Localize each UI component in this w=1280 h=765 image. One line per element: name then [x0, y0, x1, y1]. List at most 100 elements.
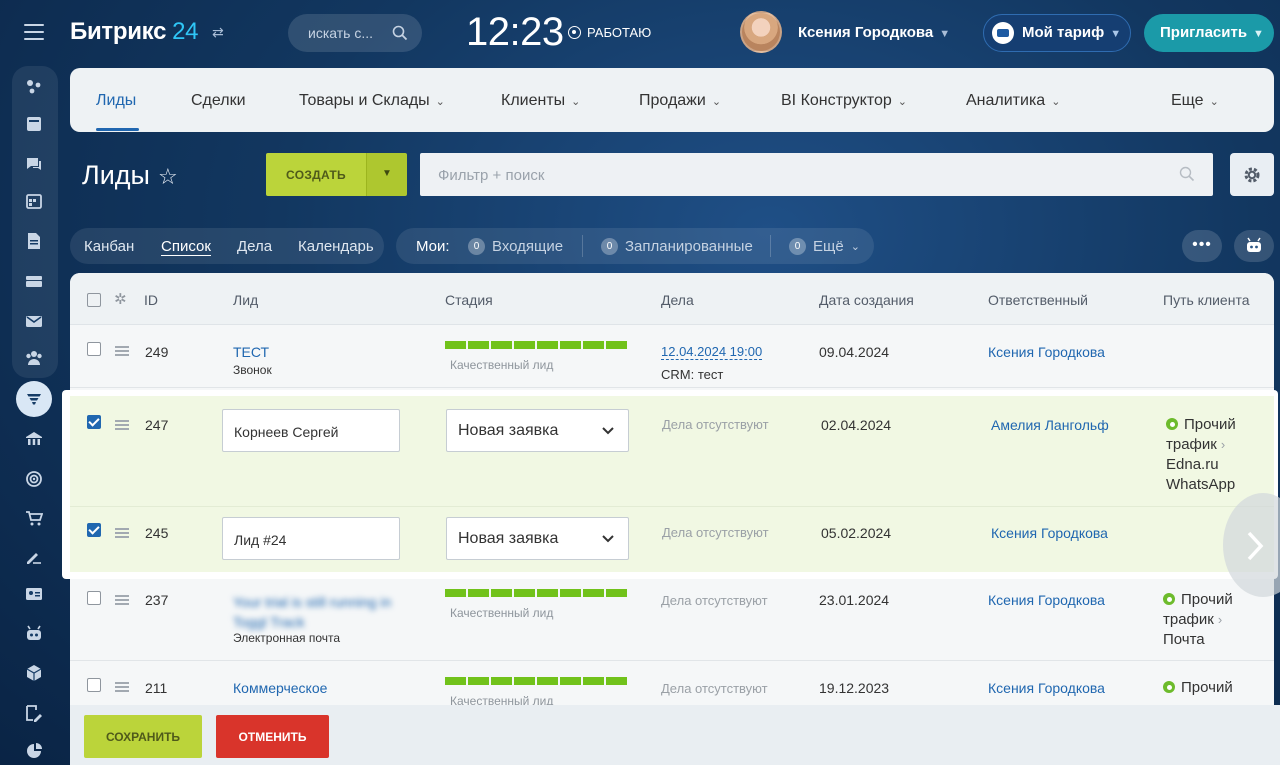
feed-icon[interactable] — [25, 115, 43, 133]
tariff-button[interactable]: Мой тариф ▼ — [983, 14, 1131, 52]
gear-icon[interactable]: ✲ — [114, 290, 127, 308]
lead-name-link[interactable]: Your trial is still running in Toggl Tra… — [233, 592, 408, 632]
nav-item-analytics[interactable]: Аналитика ⌄ — [966, 92, 1060, 110]
stage-label: Качественный лид — [450, 606, 554, 620]
contact-card-icon[interactable] — [25, 585, 43, 603]
analytics-icon[interactable] — [25, 742, 43, 760]
column-header-activities[interactable]: Дела — [661, 292, 694, 308]
cart-icon[interactable] — [25, 509, 43, 527]
column-header-stage[interactable]: Стадия — [445, 292, 493, 308]
row-checkbox[interactable] — [87, 678, 101, 692]
responsible-link[interactable]: Амелия Лангольф — [991, 417, 1109, 433]
lead-name-link[interactable]: ТЕСТ — [233, 344, 269, 360]
responsible-link[interactable]: Ксения Городкова — [991, 525, 1108, 541]
star-icon[interactable]: ☆ — [158, 164, 178, 190]
table-row-editing[interactable]: 245 Лид #24 Новая заявка Дела отсутствую… — [70, 507, 1274, 572]
column-header-id[interactable]: ID — [144, 292, 158, 308]
stage-select[interactable]: Новая заявка — [446, 517, 629, 560]
row-checkbox-checked[interactable] — [87, 415, 101, 429]
document-icon[interactable] — [25, 232, 43, 250]
create-button[interactable]: СОЗДАТЬ — [266, 153, 366, 196]
robot-icon[interactable] — [25, 624, 43, 642]
mail-icon[interactable] — [25, 312, 43, 330]
cancel-button[interactable]: ОТМЕНИТЬ — [216, 715, 329, 758]
stage-progress-bar[interactable] — [445, 677, 627, 685]
work-status[interactable]: РАБОТАЮ — [568, 25, 651, 40]
drag-handle-icon[interactable] — [115, 346, 129, 356]
drag-handle-icon[interactable] — [115, 528, 129, 538]
lead-name-link[interactable]: Коммерческое — [233, 680, 327, 696]
customer-path[interactable]: Прочий трафик › Почта — [1163, 590, 1233, 650]
table-row[interactable]: 211 Коммерческое Качественный лид Дела о… — [70, 661, 1274, 705]
more-options-button[interactable]: ••• — [1182, 230, 1222, 262]
lead-name-input[interactable]: Лид #24 — [222, 517, 400, 560]
responsible-link[interactable]: Ксения Городкова — [988, 592, 1105, 608]
drag-handle-icon[interactable] — [115, 420, 129, 430]
sites-icon[interactable] — [25, 430, 43, 448]
menu-icon[interactable] — [24, 24, 44, 40]
chat-icon[interactable] — [25, 155, 43, 173]
row-checkbox-checked[interactable] — [87, 523, 101, 537]
calendar-icon[interactable] — [25, 192, 43, 210]
sign-icon[interactable] — [25, 547, 43, 565]
responsible-link[interactable]: Ксения Городкова — [988, 344, 1105, 360]
stage-progress-bar[interactable] — [445, 341, 627, 349]
table-row[interactable]: 237 Your trial is still running in Toggl… — [70, 576, 1274, 660]
column-header-customer-path[interactable]: Путь клиента — [1163, 292, 1250, 308]
counter-incoming[interactable]: 0 Входящие — [468, 238, 563, 255]
nav-item-more[interactable]: Еще ⌄ — [1171, 92, 1219, 110]
lead-name-input[interactable]: Корнеев Сергей — [222, 409, 400, 452]
column-header-lead[interactable]: Лид — [233, 292, 258, 308]
user-menu[interactable]: Ксения Городкова ▼ — [798, 24, 950, 41]
drive-icon[interactable] — [25, 272, 43, 290]
global-search-input[interactable]: искать с... — [288, 14, 422, 52]
target-icon[interactable] — [25, 470, 43, 488]
column-header-responsible[interactable]: Ответственный — [988, 292, 1088, 308]
filter-search-input[interactable]: Фильтр + поиск — [420, 153, 1213, 196]
nav-item-leads[interactable]: Лиды — [96, 92, 136, 110]
activity-icon[interactable] — [25, 78, 43, 96]
chevron-down-icon: ⌄ — [1051, 96, 1061, 108]
responsible-link[interactable]: Ксения Городкова — [988, 680, 1105, 696]
counter-planned[interactable]: 0 Запланированные — [601, 238, 753, 255]
stage-progress-bar[interactable] — [445, 589, 627, 597]
view-kanban[interactable]: Канбан — [84, 238, 134, 255]
drag-handle-icon[interactable] — [115, 682, 129, 692]
create-dropdown-button[interactable]: ▼ — [366, 153, 407, 196]
table-row[interactable]: 249 ТЕСТ Звонок Качественный лид 12.04.2… — [70, 325, 1274, 387]
select-all-checkbox[interactable] — [87, 293, 101, 307]
drag-handle-icon[interactable] — [115, 595, 129, 605]
automation-button[interactable] — [1234, 230, 1274, 262]
nav-item-clients[interactable]: Клиенты ⌄ — [501, 92, 580, 110]
counter-more[interactable]: 0 Ещё ⌄ — [789, 238, 860, 255]
save-button[interactable]: СОХРАНИТЬ — [84, 715, 202, 758]
avatar[interactable] — [740, 11, 782, 53]
view-activities[interactable]: Дела — [237, 238, 272, 255]
customer-path[interactable]: Прочий — [1163, 678, 1233, 698]
invite-button[interactable]: Пригласить ▼ — [1144, 14, 1274, 52]
nav-item-products[interactable]: Товары и Склады ⌄ — [299, 92, 445, 110]
brand-logo[interactable]: Битрикс 24 — [70, 18, 199, 46]
row-checkbox[interactable] — [87, 342, 101, 356]
activity-deadline-link[interactable]: 12.04.2024 19:00 — [661, 344, 763, 360]
view-calendar[interactable]: Календарь — [298, 238, 374, 255]
lead-id: 249 — [145, 344, 169, 360]
settings-button[interactable] — [1230, 153, 1274, 196]
nav-item-sales[interactable]: Продажи ⌄ — [639, 92, 721, 110]
settings-toggle-icon[interactable]: ⇄ — [212, 24, 224, 41]
stage-select[interactable]: Новая заявка — [446, 409, 629, 452]
customer-path[interactable]: Прочий трафик › Edna.ru WhatsApp — [1166, 415, 1236, 495]
stage-label: Качественный лид — [450, 358, 554, 372]
group-icon[interactable] — [25, 349, 43, 367]
nav-item-bi[interactable]: BI Конструктор ⌄ — [781, 92, 907, 110]
box-icon[interactable] — [25, 664, 43, 682]
row-checkbox[interactable] — [87, 591, 101, 605]
table-row-editing[interactable]: 247 Корнеев Сергей Новая заявка Дела отс… — [70, 396, 1274, 506]
tasks-edit-icon[interactable] — [25, 704, 43, 722]
view-list[interactable]: Список — [161, 238, 211, 256]
column-header-created[interactable]: Дата создания — [819, 292, 914, 308]
crm-icon[interactable] — [25, 390, 43, 408]
clock[interactable]: 12:23 — [466, 10, 564, 55]
nav-item-deals[interactable]: Сделки — [191, 92, 246, 110]
briefcase-icon — [992, 22, 1014, 44]
